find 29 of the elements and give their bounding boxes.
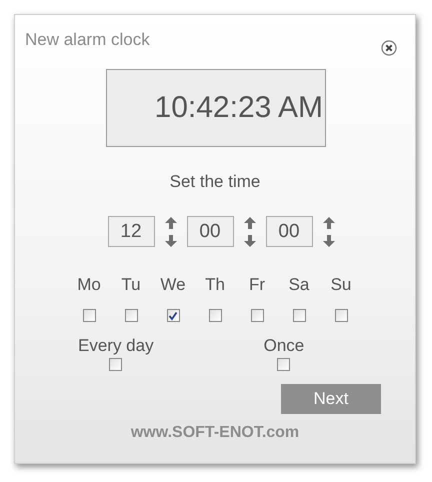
up-down-arrows-icon[interactable]: [164, 216, 176, 246]
option-checkbox[interactable]: [277, 358, 290, 371]
option-label: Every day: [78, 336, 154, 356]
close-icon[interactable]: [381, 40, 397, 56]
set-time-label: Set the time: [170, 172, 260, 192]
day-label: Th: [205, 275, 225, 295]
day-checkbox[interactable]: [250, 309, 264, 322]
up-down-arrows-icon[interactable]: [244, 216, 256, 246]
day-label: Tu: [121, 275, 141, 295]
day-label: Fr: [248, 275, 266, 295]
time-field[interactable]: 12: [108, 216, 154, 247]
day-label: Su: [330, 275, 352, 295]
time-field[interactable]: 00: [186, 216, 234, 247]
day-checkbox[interactable]: [166, 309, 180, 322]
day-checkbox[interactable]: [124, 309, 138, 322]
clock-display: 10:42:23 AM: [106, 69, 326, 147]
day-checkbox[interactable]: [82, 309, 96, 322]
up-down-arrows-icon[interactable]: [322, 216, 334, 246]
option-label: Once: [264, 336, 304, 356]
day-label: We: [160, 275, 186, 295]
day-checkbox[interactable]: [334, 309, 348, 322]
option-checkbox[interactable]: [109, 358, 122, 371]
time-field[interactable]: 00: [266, 216, 312, 247]
window-title: New alarm clock: [25, 30, 150, 50]
day-label: Sa: [288, 275, 310, 295]
next-button[interactable]: Next: [281, 384, 381, 414]
day-checkbox[interactable]: [292, 309, 306, 322]
day-label: Mo: [77, 275, 101, 295]
day-checkbox[interactable]: [208, 309, 222, 322]
